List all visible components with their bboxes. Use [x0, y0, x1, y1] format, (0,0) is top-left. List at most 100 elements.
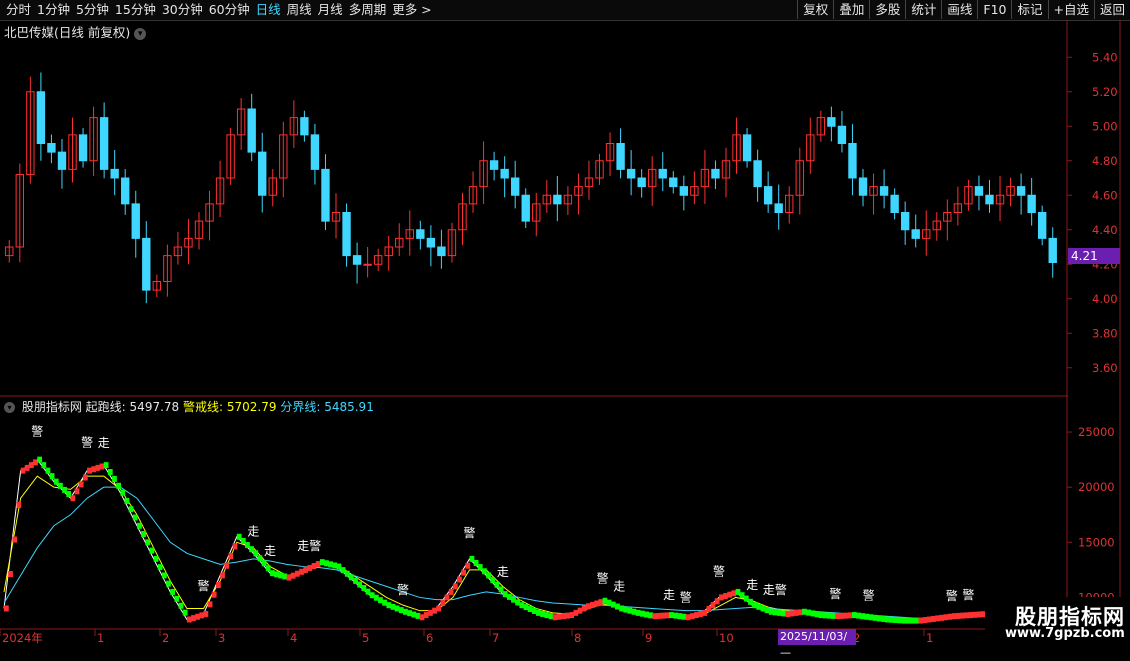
candle-body — [574, 186, 583, 196]
candle — [99, 102, 109, 179]
tool-button-5[interactable]: F10 — [977, 0, 1011, 19]
candle-body — [658, 168, 667, 179]
date-label: 10 — [719, 631, 734, 645]
indicator-value-1: 5497.78 — [129, 400, 180, 414]
indicator-band — [901, 617, 907, 624]
candle-body — [89, 117, 98, 162]
indicator-band — [477, 564, 483, 571]
indicator-band — [544, 612, 550, 619]
indicator-band — [656, 612, 662, 619]
indicator-band — [594, 600, 600, 607]
indicator-band — [822, 612, 828, 619]
indicator-band — [960, 612, 965, 619]
price-chart[interactable]: 5.405.205.004.804.604.404.204.003.803.60… — [0, 0, 1130, 650]
indicator-band — [357, 581, 363, 588]
indicator-band — [452, 583, 458, 590]
indicator-band — [710, 602, 716, 609]
candle — [321, 154, 330, 231]
candle — [205, 190, 214, 241]
indicator-band — [299, 568, 304, 575]
tab-period-1[interactable]: 1分钟 — [37, 0, 76, 20]
candle — [995, 175, 1005, 222]
candle — [532, 192, 541, 237]
tool-button-1[interactable]: 叠加 — [833, 0, 869, 19]
indicator-band — [602, 597, 608, 604]
tab-period-2[interactable]: 5分钟 — [76, 0, 115, 20]
indicator-band — [178, 602, 184, 609]
candle — [236, 97, 246, 151]
indicator-band — [756, 603, 762, 610]
indicator-band — [232, 543, 238, 550]
tool-button-6[interactable]: 标记 — [1011, 0, 1047, 19]
tab-period-0[interactable]: 分时 — [6, 0, 37, 20]
indicator-band — [519, 602, 525, 609]
indicator-band — [868, 614, 874, 621]
indicator-band — [556, 613, 562, 620]
tool-button-7[interactable]: +自选 — [1047, 0, 1094, 19]
candle — [15, 163, 24, 263]
candle-body — [690, 186, 699, 196]
candle-body — [247, 108, 256, 153]
stock-title-text: 北巴传媒(日线 前复权) — [4, 25, 131, 40]
candle-body — [890, 194, 899, 213]
candle — [458, 192, 467, 245]
candle — [595, 153, 604, 185]
indicator-band — [473, 559, 479, 566]
indicator-band — [70, 495, 76, 502]
tool-button-4[interactable]: 画线 — [941, 0, 977, 19]
indicator-band — [245, 542, 250, 549]
candle — [352, 242, 362, 284]
tab-period-8[interactable]: 月线 — [318, 0, 349, 20]
candle-body — [352, 255, 362, 265]
watermark-line2: www.7gpzb.com — [1005, 626, 1125, 641]
indicator-band — [623, 606, 629, 613]
candle-body — [532, 203, 541, 222]
indicator-band — [951, 613, 957, 620]
indicator-band — [224, 562, 230, 569]
candle — [816, 110, 826, 142]
candle — [384, 235, 393, 271]
indicator-band — [631, 608, 637, 615]
indicator-band — [182, 609, 188, 616]
tool-button-0[interactable]: 复权 — [797, 0, 833, 19]
tab-period-10[interactable]: 更多 > — [392, 0, 437, 20]
candle-body — [763, 186, 773, 205]
tab-period-3[interactable]: 15分钟 — [115, 0, 162, 20]
signal-marker: 警 — [397, 582, 409, 597]
indicator-band — [760, 605, 766, 612]
indicator-band — [897, 617, 903, 624]
candle-body — [479, 160, 488, 188]
tab-period-6[interactable]: 日线 — [256, 0, 287, 20]
indicator-band — [16, 502, 22, 509]
tab-period-7[interactable]: 周线 — [287, 0, 318, 20]
chevron-down-icon[interactable]: ▾ — [4, 402, 15, 413]
tab-period-5[interactable]: 60分钟 — [209, 0, 256, 20]
indicator-band — [332, 562, 338, 569]
stock-title[interactable]: 北巴传媒(日线 前复权) ▾ — [4, 22, 147, 41]
tab-period-9[interactable]: 多周期 — [349, 0, 393, 20]
candle-body — [879, 186, 889, 196]
candle-body — [595, 160, 604, 179]
indicator-band — [906, 617, 911, 624]
candle-body — [858, 177, 868, 196]
candle-body — [426, 237, 436, 248]
price-tick-label: 4.80 — [1092, 154, 1118, 168]
chevron-down-icon[interactable]: ▾ — [134, 27, 147, 40]
signal-marker: 走警 — [763, 582, 787, 597]
candle — [721, 147, 731, 198]
tool-button-8[interactable]: 返回 — [1093, 0, 1130, 19]
tab-period-4[interactable]: 30分钟 — [162, 0, 209, 20]
price-tick-label: 4.00 — [1092, 292, 1118, 306]
indicator-band — [457, 576, 462, 583]
indicator-band — [839, 612, 845, 619]
watermark-logo: 股朋指标网 www.7gpzb.com — [985, 597, 1130, 650]
indicator-band — [914, 617, 920, 624]
indicator-band — [490, 577, 496, 584]
candle-body — [911, 229, 920, 239]
candle — [300, 110, 309, 142]
indicator-band — [91, 466, 97, 473]
tool-button-2[interactable]: 多股 — [869, 0, 905, 19]
tool-button-3[interactable]: 统计 — [905, 0, 941, 19]
indicator-band — [12, 536, 18, 543]
indicator-band — [465, 562, 471, 569]
